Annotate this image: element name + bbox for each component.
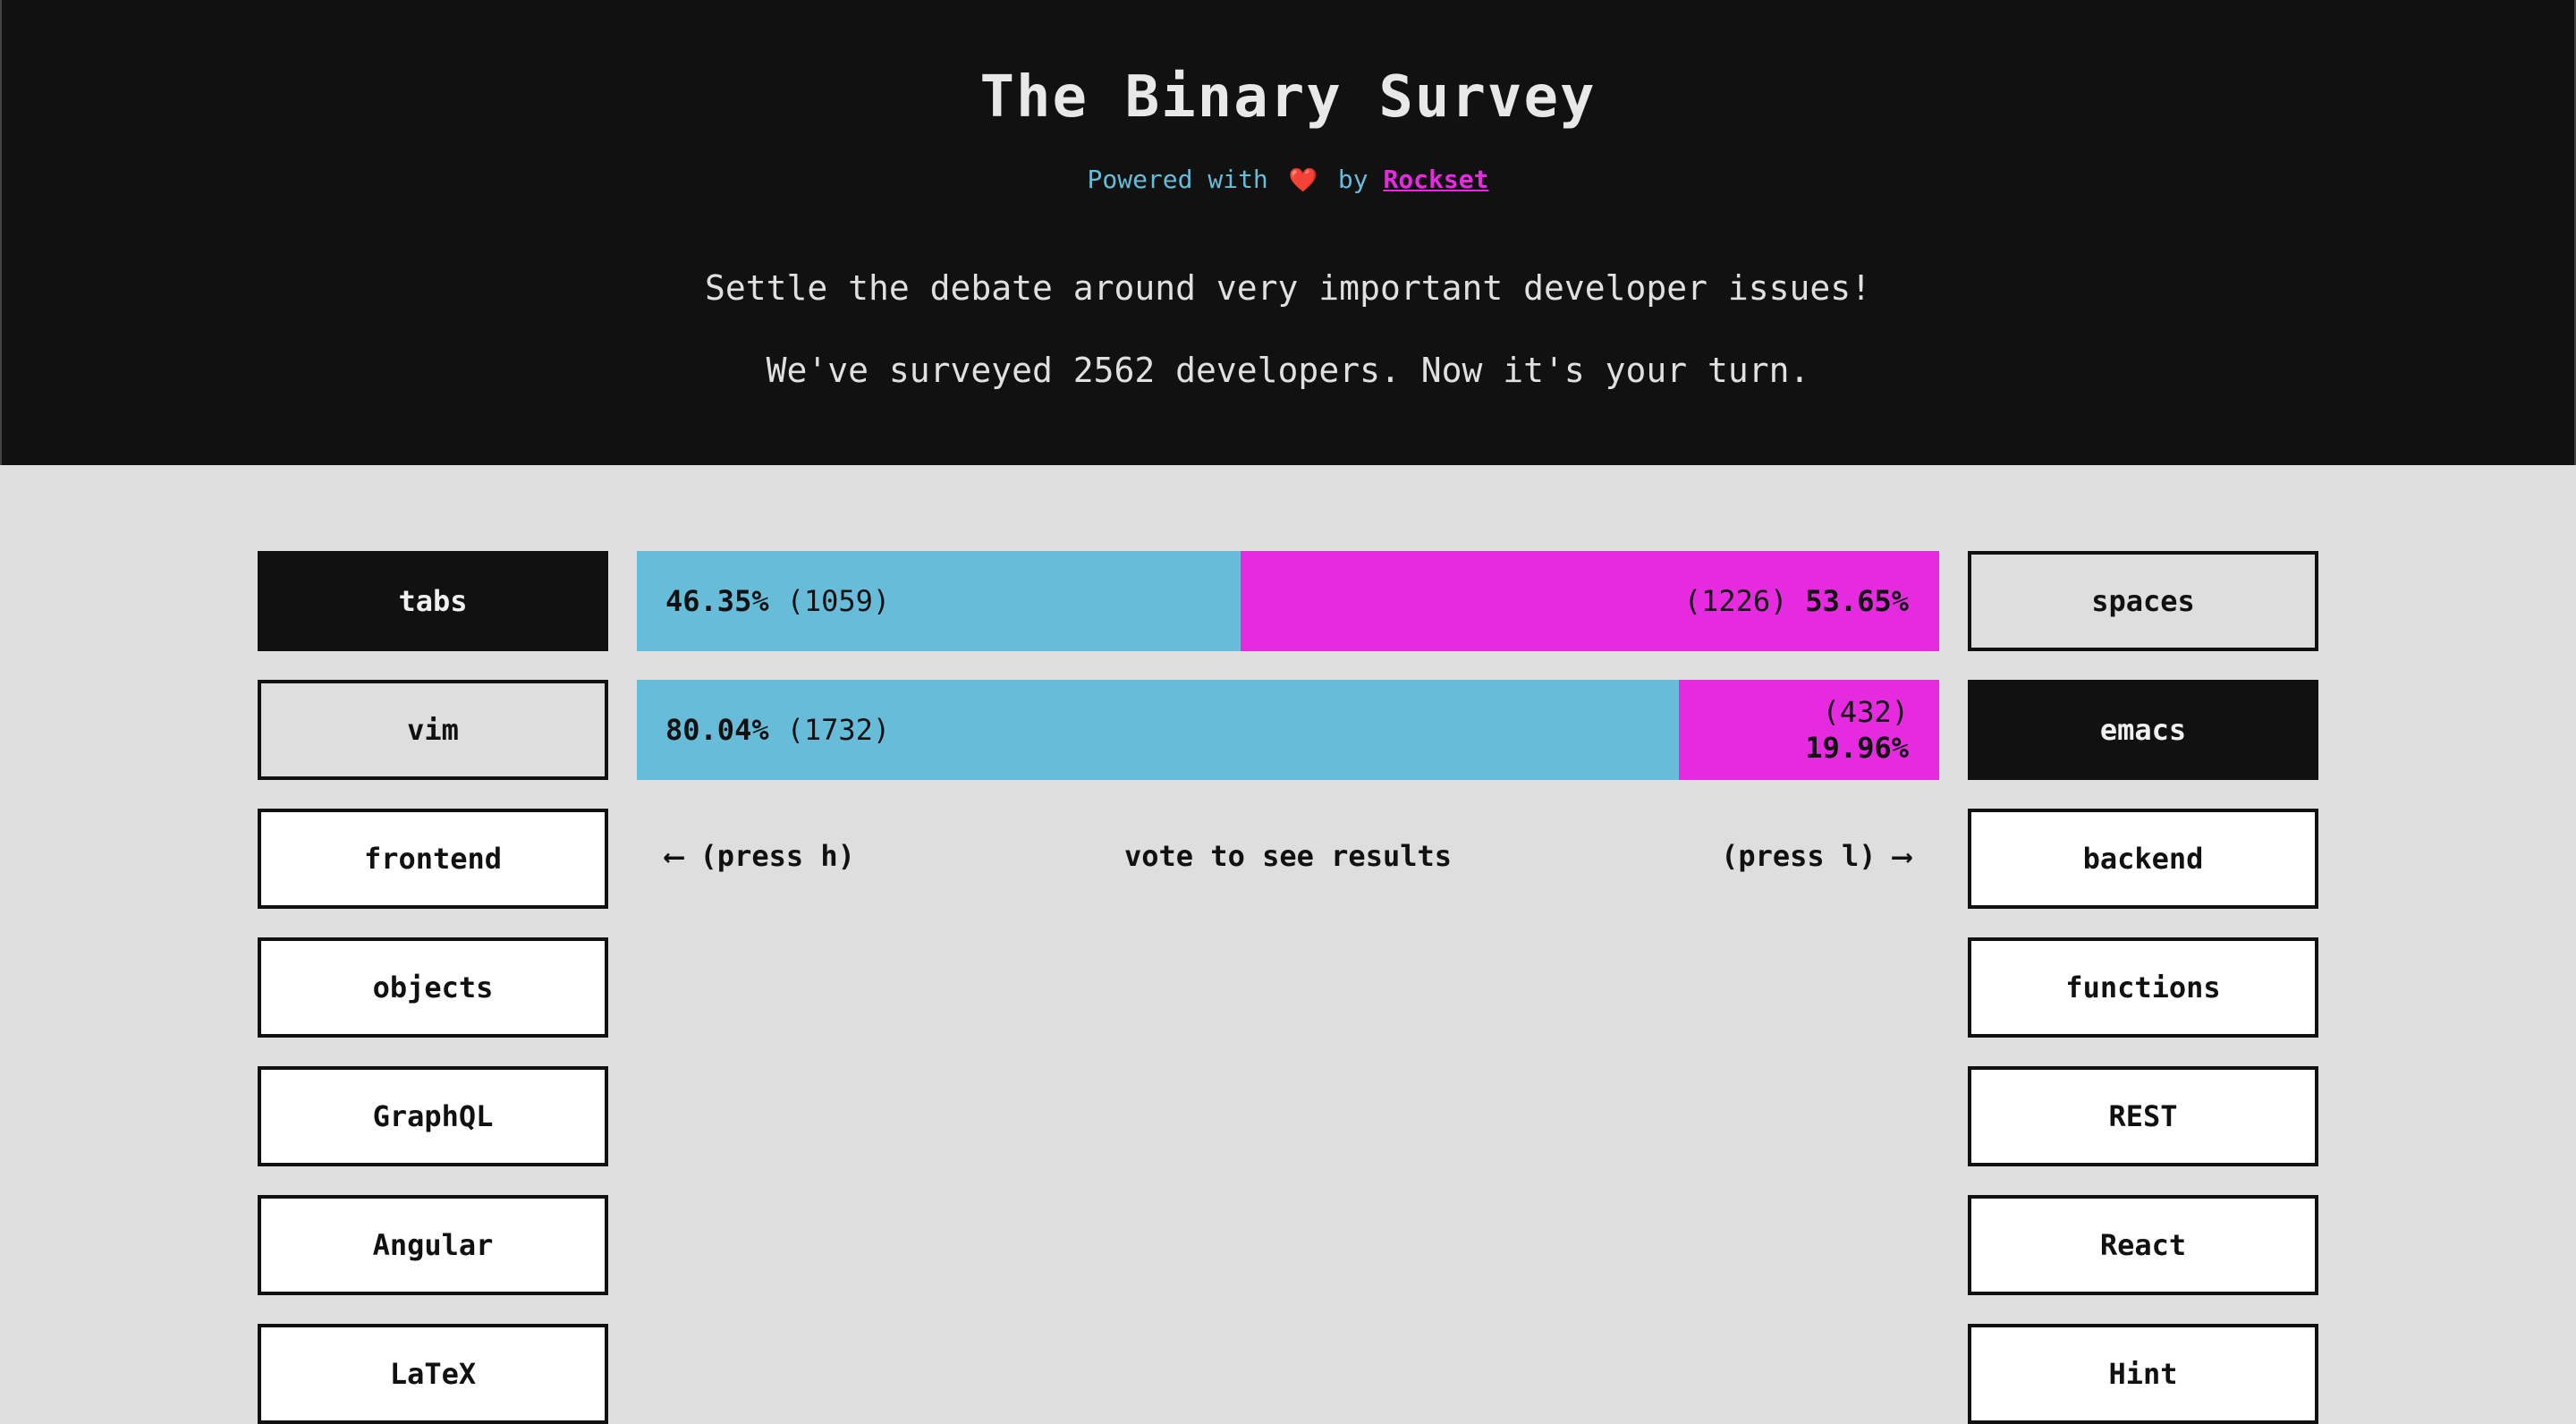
option-react[interactable]: React bbox=[1968, 1195, 2318, 1295]
left-count: (1059) bbox=[786, 584, 891, 618]
page-title: The Binary Survey bbox=[979, 64, 1597, 131]
result-left-segment: 46.35% (1059) bbox=[637, 551, 1241, 651]
header: The Binary Survey Powered with ❤️ by Roc… bbox=[0, 0, 2576, 465]
left-percent: 80.04% bbox=[665, 713, 769, 747]
option-rest[interactable]: REST bbox=[1968, 1066, 2318, 1166]
right-count: (1226) bbox=[1683, 584, 1788, 618]
heart-icon: ❤️ bbox=[1288, 167, 1318, 194]
option-spaces[interactable]: spaces bbox=[1968, 551, 2318, 651]
right-percent: 53.65% bbox=[1805, 584, 1909, 618]
option-backend[interactable]: backend bbox=[1968, 809, 2318, 909]
right-count: (432) bbox=[1822, 695, 1909, 729]
left-count: (1732) bbox=[786, 713, 891, 747]
left-percent: 46.35% bbox=[665, 584, 769, 618]
option-frontend[interactable]: frontend bbox=[258, 809, 608, 909]
powered-prefix: Powered with bbox=[1087, 165, 1268, 194]
option-emacs[interactable]: emacs bbox=[1968, 680, 2318, 780]
option-objects[interactable]: objects bbox=[258, 937, 608, 1038]
option-latex[interactable]: LaTeX bbox=[258, 1324, 608, 1424]
option-functions[interactable]: functions bbox=[1968, 937, 2318, 1038]
result-right-segment: (1226) 53.65% bbox=[1240, 551, 1939, 651]
option-hint[interactable]: Hint bbox=[1968, 1324, 2318, 1424]
result-left-segment: 80.04% (1732) bbox=[637, 680, 1680, 780]
result-bar-vim-emacs: 80.04% (1732) (432) 19.96% bbox=[637, 680, 1939, 780]
intro-line-2: We've surveyed 2562 developers. Now it's… bbox=[766, 351, 1810, 390]
option-tabs[interactable]: tabs bbox=[258, 551, 608, 651]
option-vim[interactable]: vim bbox=[258, 680, 608, 780]
powered-by-line: Powered with ❤️ by Rockset bbox=[2, 165, 2574, 194]
right-percent: 19.96% bbox=[1805, 731, 1909, 765]
rockset-link[interactable]: Rockset bbox=[1383, 165, 1488, 194]
result-right-segment: (432) 19.96% bbox=[1679, 680, 1939, 780]
option-angular[interactable]: Angular bbox=[258, 1195, 608, 1295]
result-bar-tabs-spaces: 46.35% (1059) (1226) 53.65% bbox=[637, 551, 1939, 651]
powered-by-word: by bbox=[1337, 165, 1368, 194]
option-graphql[interactable]: GraphQL bbox=[258, 1066, 608, 1166]
intro-line-1: Settle the debate around very important … bbox=[704, 268, 1872, 308]
press-l-hint: (press l) ⟶ bbox=[1721, 839, 1911, 873]
